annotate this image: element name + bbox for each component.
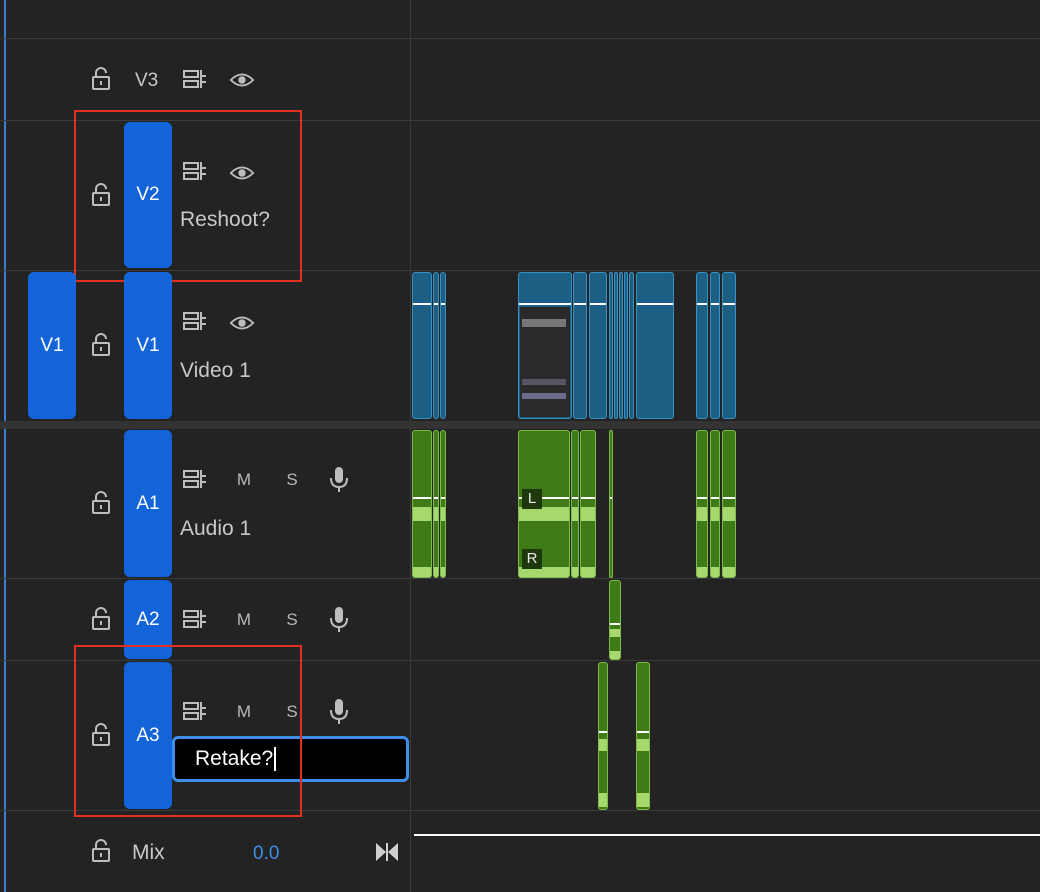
- video-clip[interactable]: [573, 272, 587, 419]
- mute-button[interactable]: M: [233, 610, 255, 630]
- highlight-box: [74, 110, 302, 282]
- lock-icon[interactable]: [88, 490, 114, 516]
- video-clip[interactable]: [589, 272, 607, 419]
- bowtie-icon[interactable]: [374, 839, 400, 865]
- track-name-a1[interactable]: Audio 1: [180, 517, 251, 541]
- eye-icon[interactable]: [229, 310, 255, 336]
- sync-lock-icon[interactable]: [182, 66, 208, 92]
- mix-label: Mix: [132, 841, 165, 864]
- mix-volume-value[interactable]: 0.0: [253, 843, 279, 865]
- mute-button[interactable]: M: [233, 470, 255, 490]
- left-channel-tag: L: [522, 489, 542, 509]
- highlight-box: [74, 645, 302, 817]
- right-channel-tag: R: [522, 549, 542, 569]
- solo-button[interactable]: S: [281, 470, 303, 490]
- audio-clip[interactable]: [696, 430, 708, 578]
- track-name-v1[interactable]: Video 1: [180, 359, 251, 383]
- sync-lock-icon[interactable]: [182, 606, 208, 632]
- solo-button[interactable]: S: [281, 610, 303, 630]
- mix-volume-line[interactable]: [414, 834, 1040, 836]
- track-target-v1[interactable]: V1: [124, 272, 172, 419]
- video-clip[interactable]: [710, 272, 720, 419]
- lock-icon[interactable]: [88, 332, 114, 358]
- audio-clip[interactable]: [609, 580, 621, 660]
- video-clip[interactable]: [722, 272, 736, 419]
- video-clip[interactable]: [609, 272, 613, 419]
- audio-clip[interactable]: [433, 430, 439, 578]
- microphone-icon[interactable]: [326, 466, 352, 492]
- track-label-v3[interactable]: V3: [135, 70, 158, 92]
- row-divider: [0, 578, 1040, 579]
- video-audio-divider: [0, 421, 1040, 429]
- clip-thumbnail: [520, 307, 570, 417]
- track-target-a1[interactable]: A1: [124, 430, 172, 577]
- lock-icon[interactable]: [88, 838, 114, 864]
- video-clip[interactable]: [412, 272, 432, 419]
- video-clip[interactable]: [696, 272, 708, 419]
- audio-clip[interactable]: [440, 430, 446, 578]
- sync-lock-icon[interactable]: [182, 466, 208, 492]
- audio-clip[interactable]: [636, 662, 650, 810]
- microphone-icon[interactable]: [326, 698, 352, 724]
- audio-clip[interactable]: [710, 430, 720, 578]
- video-clip[interactable]: [433, 272, 439, 419]
- header-divider: [410, 0, 411, 892]
- video-clip[interactable]: [619, 272, 623, 419]
- audio-clip[interactable]: [722, 430, 736, 578]
- eye-icon[interactable]: [229, 67, 255, 93]
- audio-clip[interactable]: [580, 430, 596, 578]
- lock-icon[interactable]: [88, 66, 114, 92]
- video-clip[interactable]: [440, 272, 446, 419]
- video-clip[interactable]: [624, 272, 628, 419]
- audio-clip[interactable]: [609, 430, 613, 578]
- video-clip[interactable]: [518, 272, 572, 419]
- audio-clip[interactable]: [412, 430, 432, 578]
- row-divider: [0, 38, 1040, 39]
- lock-icon[interactable]: [88, 606, 114, 632]
- audio-clip[interactable]: [598, 662, 608, 810]
- panel-left-edge: [4, 0, 6, 892]
- video-clip[interactable]: [629, 272, 634, 419]
- microphone-icon[interactable]: [326, 606, 352, 632]
- sync-lock-icon[interactable]: [182, 308, 208, 334]
- video-clip[interactable]: [614, 272, 618, 419]
- video-clip[interactable]: [636, 272, 674, 419]
- source-patch-v1[interactable]: V1: [28, 272, 76, 419]
- audio-clip[interactable]: L R: [518, 430, 570, 578]
- audio-clip[interactable]: [571, 430, 579, 578]
